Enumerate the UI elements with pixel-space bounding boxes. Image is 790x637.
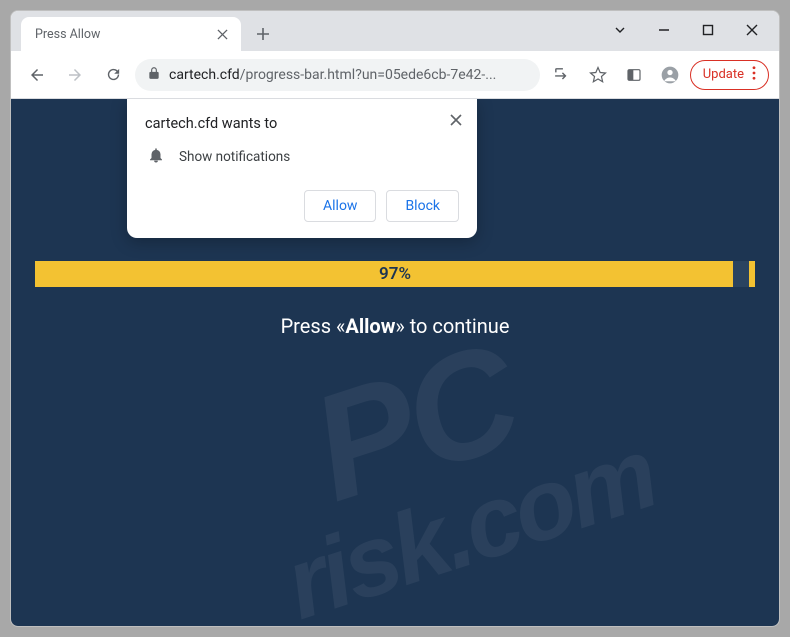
bell-icon: [147, 146, 165, 168]
forward-button[interactable]: [59, 59, 91, 91]
side-panel-icon[interactable]: [618, 59, 650, 91]
page-content: PC risk.com 97% Press «Allow» to continu…: [11, 99, 779, 626]
share-icon[interactable]: [546, 59, 578, 91]
instruction-bold: Allow: [345, 314, 395, 338]
address-bar[interactable]: cartech.cfd/progress-bar.html?un=05ede6c…: [135, 59, 540, 91]
tab-title: Press Allow: [35, 27, 100, 42]
update-button[interactable]: Update: [690, 60, 769, 90]
window-dropdown-icon[interactable]: [599, 15, 641, 45]
watermark-line1: PC: [293, 311, 535, 533]
instruction-pre: Press «: [281, 314, 346, 338]
instruction-text: Press «Allow» to continue: [11, 314, 779, 338]
block-button[interactable]: Block: [386, 190, 459, 222]
url-text: cartech.cfd/progress-bar.html?un=05ede6c…: [169, 67, 528, 83]
browser-tab[interactable]: Press Allow: [21, 17, 241, 51]
permission-popup: cartech.cfd wants to Show notifications …: [127, 99, 477, 238]
toolbar-right: Update: [546, 59, 769, 91]
toolbar: cartech.cfd/progress-bar.html?un=05ede6c…: [11, 51, 779, 99]
titlebar: Press Allow: [11, 11, 779, 51]
popup-actions: Allow Block: [145, 190, 459, 222]
allow-button[interactable]: Allow: [304, 190, 376, 222]
progress-label: 97%: [35, 261, 755, 287]
url-host: cartech.cfd: [169, 67, 240, 83]
progress-bar-container: 97%: [35, 261, 755, 287]
popup-close-icon[interactable]: [445, 109, 467, 131]
tab-close-icon[interactable]: [213, 25, 231, 43]
url-path: /progress-bar.html?un=05ede6cb-7e42-...: [240, 67, 497, 83]
back-button[interactable]: [21, 59, 53, 91]
popup-title: cartech.cfd wants to: [145, 115, 459, 132]
new-tab-button[interactable]: [249, 20, 277, 48]
popup-permission-label: Show notifications: [179, 149, 290, 165]
browser-window: Press Allow: [10, 10, 780, 627]
instruction-post: » to continue: [395, 314, 509, 338]
menu-icon: [752, 66, 756, 84]
bookmark-icon[interactable]: [582, 59, 614, 91]
window-controls: [599, 11, 773, 49]
lock-icon: [147, 66, 161, 84]
popup-permission-row: Show notifications: [145, 146, 459, 168]
update-label: Update: [703, 67, 744, 82]
profile-icon[interactable]: [654, 59, 686, 91]
window-close-icon[interactable]: [731, 15, 773, 45]
reload-button[interactable]: [97, 59, 129, 91]
progress-bar: 97%: [35, 261, 755, 287]
window-maximize-icon[interactable]: [687, 15, 729, 45]
watermark-line2: risk.com: [237, 425, 665, 626]
window-minimize-icon[interactable]: [643, 15, 685, 45]
